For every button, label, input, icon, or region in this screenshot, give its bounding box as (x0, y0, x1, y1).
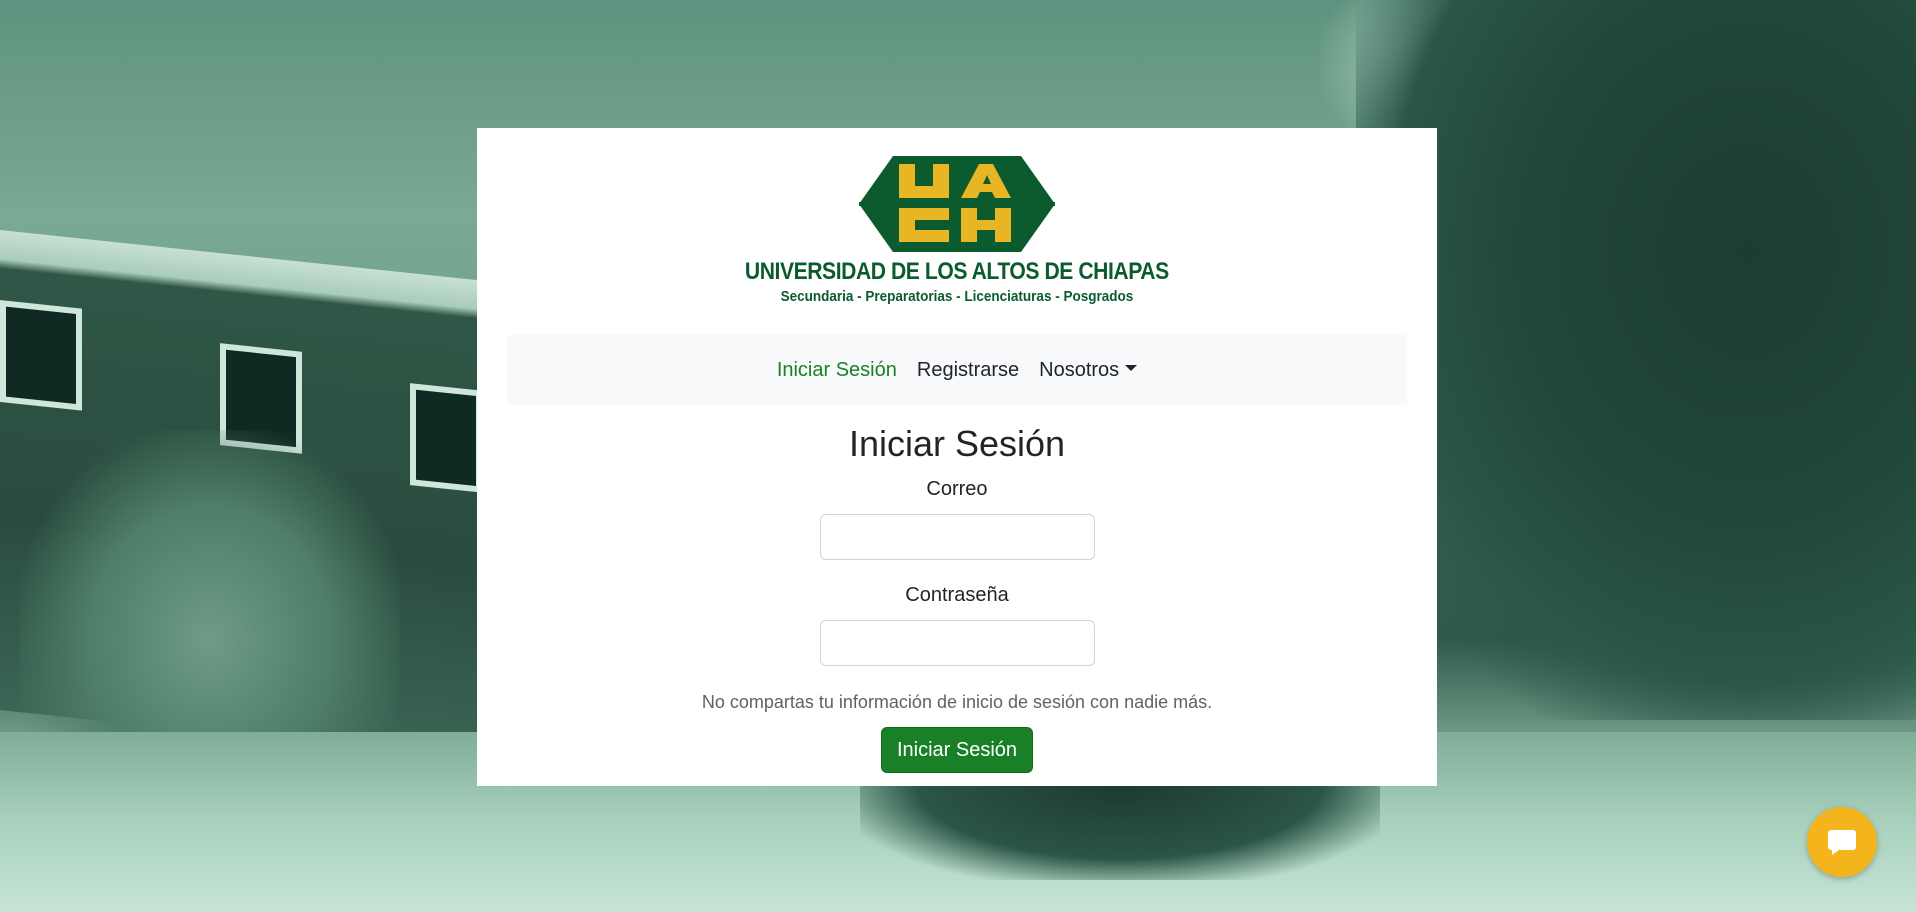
main-navbar: Iniciar Sesión Registrarse Nosotros (507, 335, 1407, 405)
university-name: UNIVERSIDAD DE LOS ALTOS DE CHIAPAS (745, 258, 1169, 285)
email-label: Correo (926, 478, 988, 500)
nav-login-link[interactable]: Iniciar Sesión (767, 359, 907, 382)
privacy-help-text: No compartas tu información de inicio de… (701, 692, 1213, 712)
caret-down-icon (1125, 365, 1138, 371)
password-field[interactable] (819, 620, 1095, 666)
university-logo: UNIVERSIDAD DE LOS ALTOS DE CHIAPAS Secu… (477, 156, 1437, 306)
nav-nosotros-dropdown[interactable]: Nosotros (1029, 359, 1147, 382)
login-submit-button[interactable]: Iniciar Sesión (880, 727, 1034, 773)
email-field[interactable] (819, 514, 1095, 560)
university-tagline: Secundaria - Preparatorias - Licenciatur… (780, 288, 1134, 305)
login-form: Iniciar Sesión Correo Contraseña No comp… (477, 406, 1437, 773)
chat-button[interactable] (1807, 807, 1877, 877)
nav-register-link[interactable]: Registrarse (907, 359, 1029, 382)
uach-logo-mark (859, 156, 1055, 252)
page-title: Iniciar Sesión (848, 423, 1066, 464)
chat-bubble-icon (1828, 830, 1856, 855)
nav-nosotros-label: Nosotros (1039, 358, 1120, 381)
login-card: UNIVERSIDAD DE LOS ALTOS DE CHIAPAS Secu… (477, 128, 1437, 786)
password-label: Contraseña (905, 584, 1009, 606)
